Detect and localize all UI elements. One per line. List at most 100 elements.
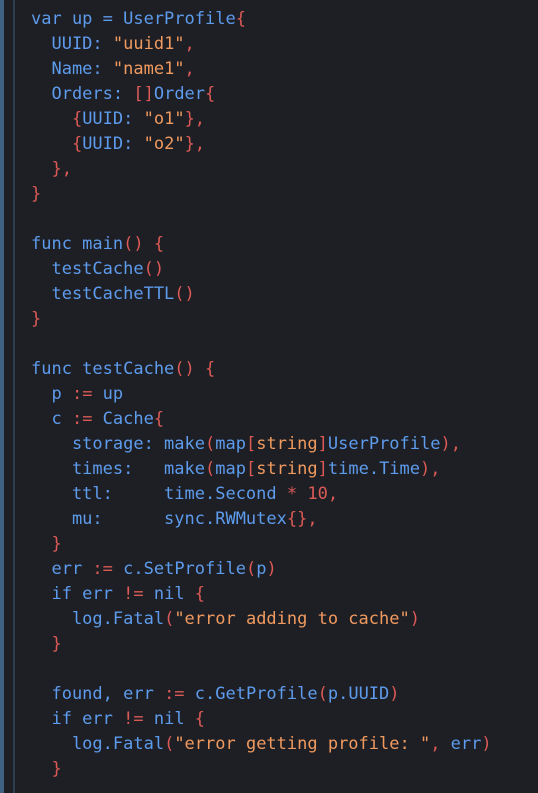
code-line: } — [31, 632, 536, 657]
code-token: UUID: — [82, 109, 144, 129]
code-token: ) — [409, 609, 420, 629]
code-token: ) — [266, 559, 277, 579]
code-token: up — [92, 384, 124, 404]
code-token: ), — [420, 459, 441, 479]
code-line: p := up — [31, 382, 536, 407]
code-token: c.GetProfile — [184, 684, 318, 704]
code-token: () { — [123, 234, 165, 254]
code-token: [ — [245, 459, 257, 479]
code-token: var up = UserProfile — [31, 9, 236, 29]
code-token: * 10, — [286, 484, 339, 504]
code-line: log.Fatal("error getting profile: ", err… — [31, 732, 536, 757]
code-token: Order — [153, 84, 206, 104]
code-line: func testCache() { — [31, 357, 536, 382]
code-token: ) — [389, 684, 400, 704]
code-token: "o1" — [143, 109, 185, 129]
code-token: , — [184, 34, 195, 54]
code-token: testCacheTTL — [31, 284, 175, 304]
code-token: }, — [184, 134, 206, 154]
code-line: mu: sync.RWMutex{}, — [31, 507, 536, 532]
code-token: { — [235, 9, 246, 29]
code-token: Cache — [92, 409, 154, 429]
code-token: { — [205, 84, 216, 104]
code-token: } — [31, 309, 42, 329]
code-token: "name1" — [112, 59, 185, 79]
code-token: }, — [184, 109, 206, 129]
code-line: } — [31, 307, 536, 332]
code-token: , — [184, 59, 195, 79]
code-token: := — [71, 409, 93, 429]
code-token: ( — [164, 734, 175, 754]
code-token: storage: make — [31, 434, 205, 454]
code-line: Orders: []Order{ — [31, 82, 536, 107]
code-token: testCache — [31, 259, 144, 279]
code-line: c := Cache{ — [31, 407, 536, 432]
code-line: var up = UserProfile{ — [31, 7, 536, 32]
code-line: log.Fatal("error adding to cache") — [31, 607, 536, 632]
code-token: "o2" — [143, 134, 185, 154]
code-token: () { — [174, 359, 216, 379]
code-line: testCacheTTL() — [31, 282, 536, 307]
code-token: ( — [205, 459, 216, 479]
code-token: log.Fatal — [31, 734, 165, 754]
code-token: map — [215, 434, 246, 454]
code-token: ( — [164, 609, 175, 629]
code-token: "uuid1" — [112, 34, 185, 54]
code-token: { — [153, 409, 165, 429]
code-token: ), — [440, 434, 461, 454]
code-token: err — [31, 559, 93, 579]
code-token: { — [194, 584, 206, 604]
code-token: := — [164, 684, 185, 704]
code-token: map — [215, 459, 246, 479]
code-token: , — [430, 734, 451, 754]
code-token: func testCache — [31, 359, 175, 379]
code-token: } — [31, 759, 62, 779]
code-line: found, err := c.GetProfile(p.UUID) — [31, 682, 536, 707]
code-token: string — [256, 434, 318, 454]
code-token: { — [31, 134, 83, 154]
code-line: }, — [31, 157, 536, 182]
code-line: } — [31, 182, 536, 207]
code-line: storage: make(map[string]UserProfile), — [31, 432, 536, 457]
code-token: ] — [317, 459, 328, 479]
code-token: times: make — [31, 459, 205, 479]
code-token: err — [450, 734, 482, 754]
code-token: () — [143, 259, 165, 279]
gutter-bar — [0, 0, 4, 793]
code-token: UUID: — [82, 134, 144, 154]
code-token: UserProfile — [327, 434, 441, 454]
code-editor[interactable]: var up = UserProfile{ UUID: "uuid1", Nam… — [31, 7, 536, 782]
code-token: p — [31, 384, 72, 404]
code-token: "error getting profile: " — [174, 734, 431, 754]
code-line: if err != nil { — [31, 582, 536, 607]
code-token: if err — [31, 709, 124, 729]
code-token: [ — [245, 434, 257, 454]
code-token: func main — [31, 234, 124, 254]
code-token: { — [31, 109, 83, 129]
code-token: c — [31, 409, 72, 429]
code-line: UUID: "uuid1", — [31, 32, 536, 57]
code-token: } — [31, 534, 62, 554]
code-token: } — [31, 184, 42, 204]
code-token: ttl: time.Second — [31, 484, 287, 504]
code-line: ttl: time.Second * 10, — [31, 482, 536, 507]
code-line: } — [31, 757, 536, 782]
code-token: string — [256, 459, 318, 479]
code-token: ( — [245, 559, 257, 579]
code-token: found, err — [31, 684, 165, 704]
code-token: ] — [317, 434, 328, 454]
code-token: Orders: — [31, 84, 134, 104]
code-line: err := c.SetProfile(p) — [31, 557, 536, 582]
code-token: { — [194, 709, 206, 729]
code-line: Name: "name1", — [31, 57, 536, 82]
code-token: ( — [317, 684, 328, 704]
code-token: log.Fatal — [31, 609, 165, 629]
code-token: nil — [143, 709, 195, 729]
code-token: ) — [481, 734, 492, 754]
code-token: := — [92, 559, 113, 579]
code-line: {UUID: "o2"}, — [31, 132, 536, 157]
gutter-indent-line — [13, 0, 15, 793]
